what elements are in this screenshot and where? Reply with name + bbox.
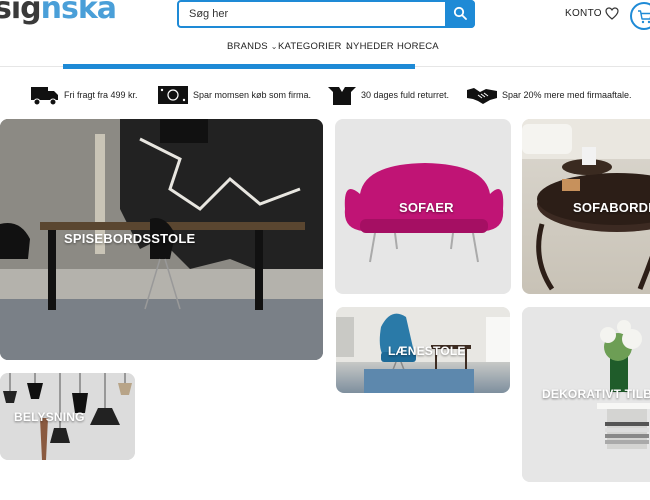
main-navigation: BRANDS ⌄ KATEGORIER ⌄ NYHEDER HORECA — [0, 41, 650, 55]
logo-text-dark: sig — [0, 0, 42, 26]
category-tile-dekorativt-tilbehor[interactable]: DEKORATIVT TILBEHØR — [522, 307, 650, 482]
usp-company: Spar 20% mere med firmaaftale. — [466, 80, 632, 110]
site-logo[interactable]: signska — [0, 0, 117, 28]
page-load-bar — [63, 64, 415, 69]
category-label: DEKORATIVT TILBEHØR — [542, 387, 650, 401]
category-tile-sofaer[interactable]: SOFAER — [335, 119, 511, 294]
usp-text: Spar momsen køb som firma. — [193, 90, 312, 100]
category-tile-belysning[interactable]: BELYSNING — [0, 373, 135, 460]
nav-item-kategorier[interactable]: KATEGORIER ⌄ — [278, 41, 352, 52]
usp-text: Spar 20% mere med firmaaftale. — [502, 90, 632, 100]
cart-icon — [638, 10, 650, 24]
chevron-down-icon: ⌄ — [270, 42, 278, 51]
search-icon — [453, 6, 467, 20]
category-tile-spisebordsstole[interactable]: SPISEBORDSSTOLE — [0, 119, 323, 360]
usp-returns: 30 dages fuld returret. — [327, 80, 449, 110]
search-input[interactable]: Søg her — [177, 0, 475, 28]
handshake-icon — [467, 88, 497, 104]
category-label: SOFABORDE — [573, 200, 650, 215]
nav-label: KATEGORIER — [278, 41, 342, 52]
category-label: SOFAER — [399, 200, 454, 215]
open-box-icon — [328, 87, 356, 105]
nav-label: HORECA — [397, 41, 439, 52]
category-tile-sofaborde[interactable]: SOFABORDE — [522, 119, 650, 294]
usp-vat: Spar momsen køb som firma. — [157, 80, 311, 110]
usp-text: Fri fragt fra 499 kr. — [64, 90, 138, 100]
nav-label: NYHEDER — [346, 41, 394, 52]
usp-text: 30 dages fuld returret. — [361, 90, 450, 100]
search-button[interactable] — [445, 0, 475, 28]
search-placeholder: Søg her — [189, 8, 229, 20]
category-label: BELYSNING — [14, 410, 85, 424]
nav-label: BRANDS — [227, 41, 268, 52]
nav-item-horeca[interactable]: HORECA — [397, 41, 439, 52]
nav-item-brands[interactable]: BRANDS ⌄ — [227, 41, 278, 52]
cart-button[interactable] — [630, 2, 650, 30]
heart-icon[interactable] — [605, 7, 619, 20]
category-label: SPISEBORDSSTOLE — [64, 231, 196, 246]
account-link[interactable]: KONTO — [565, 8, 602, 19]
banknote-icon — [158, 86, 188, 104]
truck-icon — [31, 87, 58, 106]
nav-item-nyheder[interactable]: NYHEDER — [346, 41, 394, 52]
usp-shipping: Fri fragt fra 499 kr. — [30, 80, 138, 110]
category-label: LÆNESTOLE — [388, 344, 466, 358]
category-tile-laenestole[interactable]: LÆNESTOLE — [336, 307, 510, 393]
logo-text-light: nska — [40, 0, 117, 26]
